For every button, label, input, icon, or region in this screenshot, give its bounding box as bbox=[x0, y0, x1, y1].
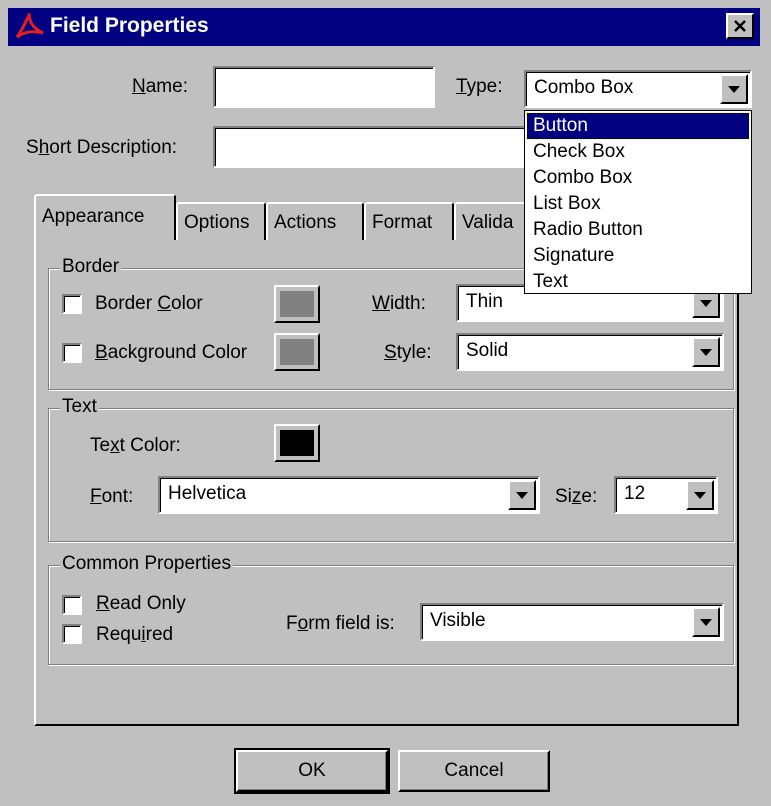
font-value: Helvetica bbox=[168, 483, 247, 504]
form-field-label: Form field is: bbox=[286, 613, 395, 634]
tab-label: Valida bbox=[462, 212, 514, 233]
type-label: Type: bbox=[456, 76, 503, 97]
border-color-checkbox[interactable] bbox=[62, 294, 82, 314]
text-group-title: Text bbox=[60, 396, 99, 418]
chevron-down-icon bbox=[700, 618, 712, 626]
form-field-visibility-combo[interactable]: Visible bbox=[420, 603, 724, 641]
border-color-swatch-fill bbox=[280, 291, 314, 317]
cancel-button[interactable]: Cancel bbox=[398, 750, 550, 792]
name-field[interactable] bbox=[213, 66, 435, 108]
background-color-label: Background Color bbox=[95, 342, 248, 363]
tab-appearance[interactable]: Appearance bbox=[34, 194, 176, 240]
window-title: Field Properties bbox=[50, 14, 209, 37]
text-color-swatch-fill bbox=[280, 430, 314, 456]
type-option-button[interactable]: Button bbox=[526, 112, 750, 140]
background-color-swatch-fill bbox=[280, 339, 314, 365]
type-option-signature[interactable]: Signature bbox=[527, 243, 749, 269]
text-color-label: Text Color: bbox=[90, 435, 181, 456]
short-description-label: Short Description: bbox=[26, 137, 178, 158]
field-properties-dialog: Field Properties Name: Type: Combo Box S… bbox=[0, 0, 771, 806]
name-label: Name: bbox=[132, 76, 188, 97]
type-option-list-box[interactable]: List Box bbox=[527, 191, 749, 217]
width-label: Width: bbox=[372, 293, 426, 314]
tab-options[interactable]: Options bbox=[176, 202, 266, 240]
type-dropdown-list: Button Check Box Combo Box List Box Radi… bbox=[524, 110, 752, 294]
size-dropdown-button[interactable] bbox=[686, 480, 714, 510]
text-color-swatch[interactable] bbox=[274, 424, 320, 462]
size-label: Size: bbox=[555, 486, 598, 507]
chevron-down-icon bbox=[728, 85, 740, 93]
text-group bbox=[48, 408, 734, 542]
ok-button-label: OK bbox=[298, 760, 326, 781]
style-combo[interactable]: Solid bbox=[456, 333, 724, 371]
tab-label: Appearance bbox=[42, 206, 145, 227]
type-option-text[interactable]: Text bbox=[527, 269, 749, 295]
font-label: Font: bbox=[90, 486, 134, 507]
size-combo[interactable]: 12 bbox=[614, 476, 718, 514]
type-option-radio-button[interactable]: Radio Button bbox=[527, 217, 749, 243]
ok-button[interactable]: OK bbox=[234, 748, 390, 794]
acrobat-icon bbox=[15, 13, 44, 39]
tab-label: Actions bbox=[274, 212, 337, 233]
cancel-button-label: Cancel bbox=[444, 760, 504, 781]
size-value: 12 bbox=[624, 483, 646, 504]
width-value: Thin bbox=[466, 291, 503, 312]
title-bar[interactable]: Field Properties bbox=[8, 8, 760, 46]
required-label: Required bbox=[96, 624, 174, 645]
tab-validate[interactable]: Valida bbox=[454, 202, 530, 240]
border-color-label: Border Color bbox=[95, 293, 203, 314]
style-dropdown-button[interactable] bbox=[692, 337, 720, 367]
type-value: Combo Box bbox=[534, 77, 634, 98]
form-field-dropdown-button[interactable] bbox=[692, 607, 720, 637]
font-combo[interactable]: Helvetica bbox=[158, 476, 540, 514]
read-only-checkbox[interactable] bbox=[62, 595, 82, 615]
common-properties-title: Common Properties bbox=[60, 553, 233, 575]
chevron-down-icon bbox=[694, 491, 706, 499]
chevron-down-icon bbox=[700, 299, 712, 307]
background-color-checkbox[interactable] bbox=[62, 343, 82, 363]
chevron-down-icon bbox=[516, 491, 528, 499]
chevron-down-icon bbox=[700, 348, 712, 356]
tab-actions[interactable]: Actions bbox=[266, 202, 364, 240]
tab-format[interactable]: Format bbox=[364, 202, 454, 240]
close-button[interactable] bbox=[726, 13, 754, 39]
border-group-title: Border bbox=[60, 256, 122, 278]
short-description-field[interactable] bbox=[213, 126, 531, 168]
required-checkbox[interactable] bbox=[62, 624, 82, 644]
close-icon bbox=[734, 20, 746, 32]
type-combo[interactable]: Combo Box bbox=[524, 70, 752, 108]
border-color-swatch[interactable] bbox=[274, 285, 320, 323]
tab-label: Format bbox=[372, 212, 433, 233]
type-dropdown-button[interactable] bbox=[720, 74, 748, 104]
tab-label: Options bbox=[184, 212, 250, 233]
style-value: Solid bbox=[466, 340, 509, 361]
form-field-value: Visible bbox=[430, 610, 486, 631]
read-only-label: Read Only bbox=[96, 593, 186, 614]
background-color-swatch[interactable] bbox=[274, 333, 320, 371]
style-label: Style: bbox=[384, 342, 432, 363]
type-option-combo-box[interactable]: Combo Box bbox=[527, 165, 749, 191]
type-option-check-box[interactable]: Check Box bbox=[527, 139, 749, 165]
font-dropdown-button[interactable] bbox=[508, 480, 536, 510]
